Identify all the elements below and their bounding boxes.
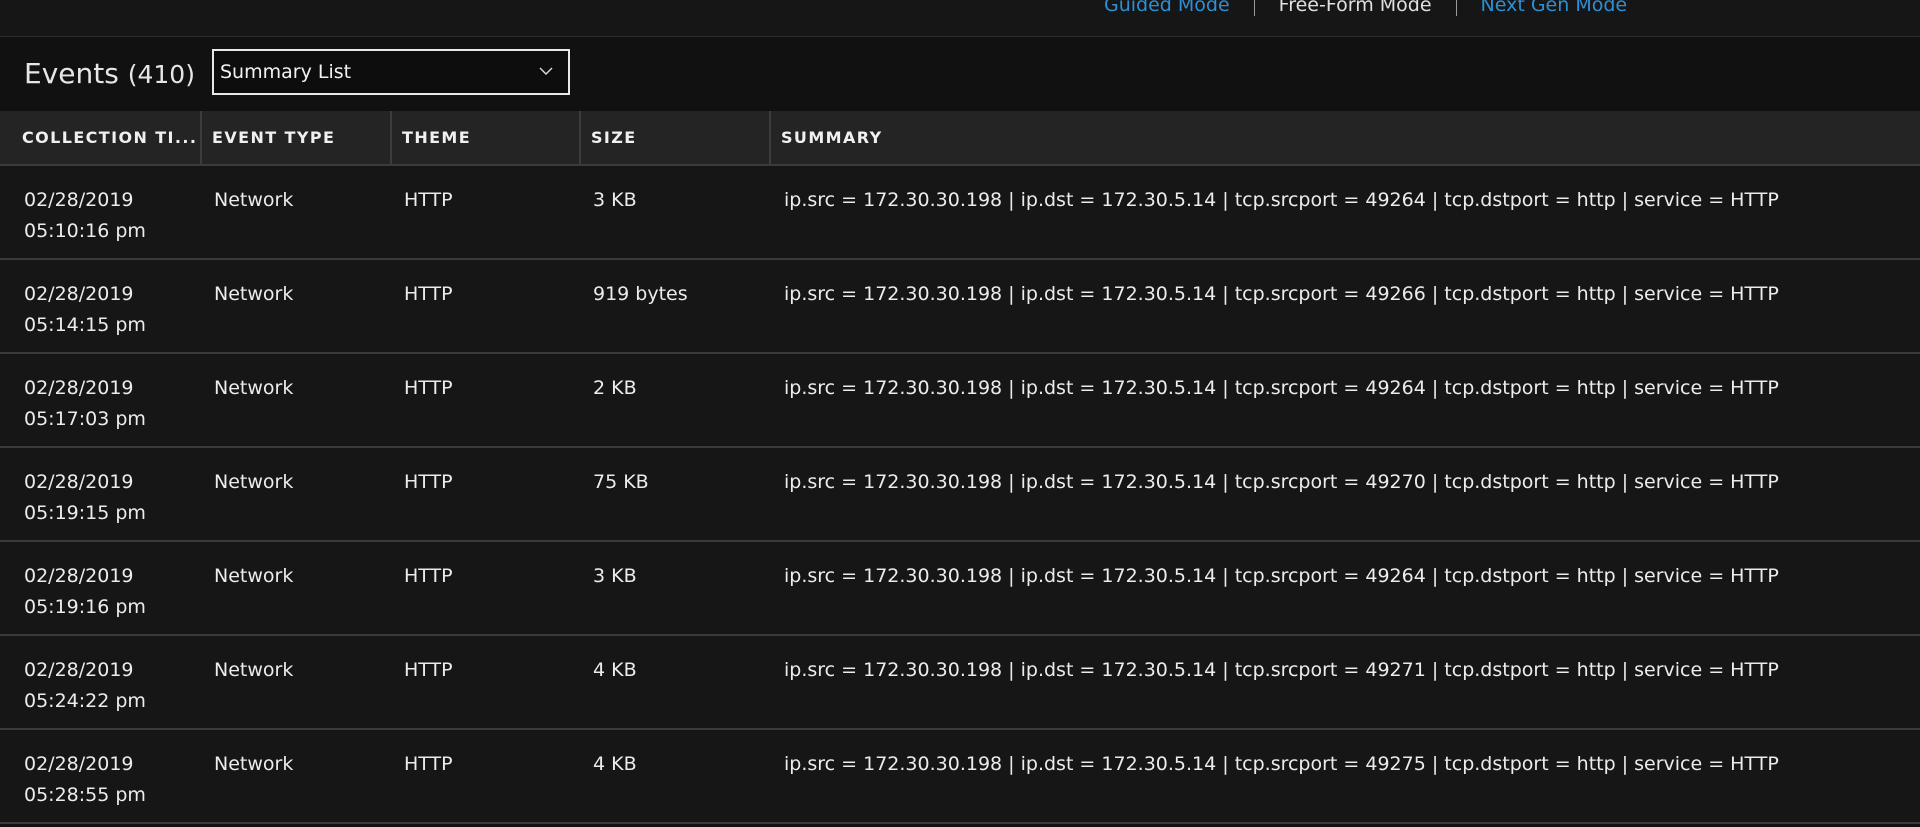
table-row[interactable]: 02/28/2019 05:14:15 pm Network HTTP 919 byte…	[0, 260, 1920, 354]
collection-time: 05:19:15 pm	[24, 502, 146, 524]
collection-time-cell: 02/28/2019 05:19:15 pm	[0, 448, 202, 540]
theme-cell: HTTP	[404, 565, 453, 587]
summary-cell: ip.src = 172.30.30.198 | ip.dst = 172.30…	[784, 565, 1779, 587]
size-cell: 4 KB	[593, 659, 637, 681]
table-row[interactable]: 02/28/2019 05:28:55 pm Network HTTP 4 KB ip.s…	[0, 730, 1920, 824]
collection-time-cell: 02/28/2019 05:24:22 pm	[0, 636, 202, 728]
event-type-cell: Network	[214, 659, 294, 681]
view-select-dropdown[interactable]: Summary List	[212, 49, 570, 95]
collection-time-cell: 02/28/2019 05:28:55 pm	[0, 730, 202, 822]
table-row[interactable]: 02/28/2019 05:17:03 pm Network HTTP 2 KB ip.s…	[0, 354, 1920, 448]
size-cell: 75 KB	[593, 471, 649, 493]
top-bar: Guided Mode Free-Form Mode Next Gen Mode	[0, 0, 1920, 37]
guided-mode-link[interactable]: Guided Mode	[1080, 0, 1254, 16]
free-form-mode-tab[interactable]: Free-Form Mode	[1255, 0, 1456, 16]
event-type-cell: Network	[214, 283, 294, 305]
events-header: Events (410) Summary List	[0, 37, 1920, 111]
events-table: COLLECTION TI... EVENT TYPE THEME SIZE S…	[0, 111, 1920, 824]
collection-time-cell: 02/28/2019 05:10:16 pm	[0, 166, 202, 258]
size-cell: 3 KB	[593, 189, 637, 211]
table-body: 02/28/2019 05:10:16 pm Network HTTP 3 KB ip.s…	[0, 166, 1920, 824]
collection-date: 02/28/2019	[24, 471, 134, 493]
view-select-value: Summary List	[220, 61, 352, 83]
summary-cell: ip.src = 172.30.30.198 | ip.dst = 172.30…	[784, 283, 1779, 305]
summary-cell: ip.src = 172.30.30.198 | ip.dst = 172.30…	[784, 377, 1779, 399]
size-cell: 4 KB	[593, 753, 637, 775]
theme-cell: HTTP	[404, 659, 453, 681]
event-type-cell: Network	[214, 565, 294, 587]
size-cell: 2 KB	[593, 377, 637, 399]
column-header-size[interactable]: SIZE	[581, 111, 771, 164]
collection-time: 05:14:15 pm	[24, 314, 146, 336]
collection-time-cell: 02/28/2019 05:19:16 pm	[0, 542, 202, 634]
table-row[interactable]: 02/28/2019 05:10:16 pm Network HTTP 3 KB ip.s…	[0, 166, 1920, 260]
collection-date: 02/28/2019	[24, 377, 134, 399]
collection-date: 02/28/2019	[24, 659, 134, 681]
collection-time-cell: 02/28/2019 05:17:03 pm	[0, 354, 202, 446]
event-type-cell: Network	[214, 189, 294, 211]
theme-cell: HTTP	[404, 283, 453, 305]
chevron-down-icon	[539, 67, 553, 75]
mode-switcher: Guided Mode Free-Form Mode Next Gen Mode	[1080, 0, 1651, 16]
column-header-theme[interactable]: THEME	[392, 111, 581, 164]
collection-date: 02/28/2019	[24, 283, 134, 305]
table-row[interactable]: 02/28/2019 05:19:16 pm Network HTTP 3 KB ip.s…	[0, 542, 1920, 636]
events-count: (410)	[127, 60, 195, 89]
collection-time-cell: 02/28/2019 05:14:15 pm	[0, 260, 202, 352]
collection-date: 02/28/2019	[24, 189, 134, 211]
column-header-collection-time[interactable]: COLLECTION TI...	[0, 111, 202, 164]
event-type-cell: Network	[214, 377, 294, 399]
column-header-summary[interactable]: SUMMARY	[771, 111, 1920, 164]
size-cell: 919 bytes	[593, 283, 688, 305]
next-gen-mode-link[interactable]: Next Gen Mode	[1457, 0, 1652, 16]
column-header-event-type[interactable]: EVENT TYPE	[202, 111, 392, 164]
event-type-cell: Network	[214, 753, 294, 775]
summary-cell: ip.src = 172.30.30.198 | ip.dst = 172.30…	[784, 753, 1779, 775]
collection-time: 05:28:55 pm	[24, 784, 146, 806]
collection-date: 02/28/2019	[24, 753, 134, 775]
size-cell: 3 KB	[593, 565, 637, 587]
theme-cell: HTTP	[404, 471, 453, 493]
theme-cell: HTTP	[404, 377, 453, 399]
collection-time: 05:17:03 pm	[24, 408, 146, 430]
events-title-label: Events	[24, 57, 119, 90]
summary-cell: ip.src = 172.30.30.198 | ip.dst = 172.30…	[784, 189, 1779, 211]
collection-time: 05:10:16 pm	[24, 220, 146, 242]
collection-date: 02/28/2019	[24, 565, 134, 587]
summary-cell: ip.src = 172.30.30.198 | ip.dst = 172.30…	[784, 471, 1779, 493]
theme-cell: HTTP	[404, 753, 453, 775]
events-title: Events (410)	[24, 57, 195, 90]
theme-cell: HTTP	[404, 189, 453, 211]
summary-cell: ip.src = 172.30.30.198 | ip.dst = 172.30…	[784, 659, 1779, 681]
table-row[interactable]: 02/28/2019 05:24:22 pm Network HTTP 4 KB ip.s…	[0, 636, 1920, 730]
table-row[interactable]: 02/28/2019 05:19:15 pm Network HTTP 75 KB ip.…	[0, 448, 1920, 542]
event-type-cell: Network	[214, 471, 294, 493]
table-header: COLLECTION TI... EVENT TYPE THEME SIZE S…	[0, 111, 1920, 166]
collection-time: 05:24:22 pm	[24, 690, 146, 712]
collection-time: 05:19:16 pm	[24, 596, 146, 618]
